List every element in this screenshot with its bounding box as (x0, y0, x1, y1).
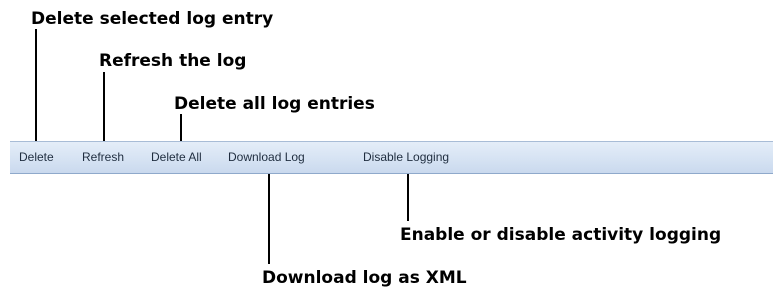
callout-disable-label: Enable or disable activity logging (400, 225, 722, 245)
log-toolbar: Delete Refresh Delete All Download Log D… (10, 141, 773, 174)
callout-delete-label: Delete selected log entry (31, 9, 274, 29)
download-log-button[interactable]: Download Log (228, 149, 305, 165)
delete-all-button[interactable]: Delete All (151, 149, 202, 165)
callout-delete-leader (35, 29, 37, 147)
disable-logging-button[interactable]: Disable Logging (363, 149, 449, 165)
callout-download-label: Download log as XML (262, 268, 467, 288)
callout-refresh-label: Refresh the log (99, 51, 247, 71)
callout-disable-leader (407, 168, 409, 221)
callout-delete-all-label: Delete all log entries (174, 94, 375, 114)
callout-download-leader (268, 168, 270, 264)
callout-refresh-leader (103, 72, 105, 147)
delete-button[interactable]: Delete (19, 149, 54, 165)
refresh-button[interactable]: Refresh (82, 149, 124, 165)
